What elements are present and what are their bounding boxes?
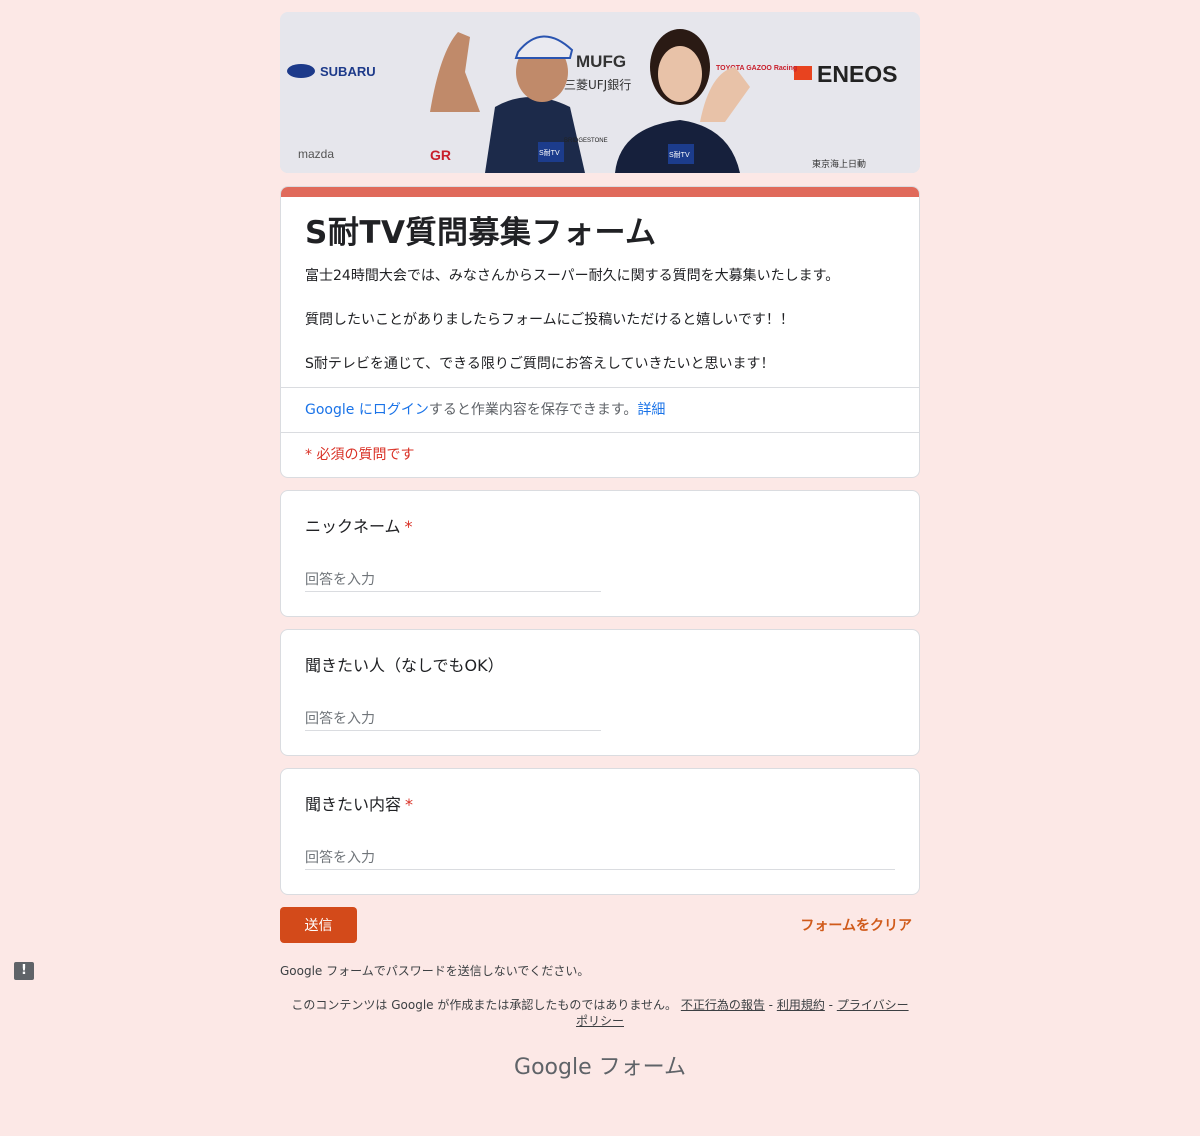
- form-container: SUBARU mazda MUFG 三菱UFJ銀行 ENEOS GR 東京海上日…: [280, 12, 920, 1081]
- google-forms-logo[interactable]: Google フォーム: [280, 1049, 920, 1081]
- question-label: ニックネーム: [305, 517, 401, 536]
- sponsor-eneos: ENEOS: [817, 61, 898, 87]
- form-description: 富士24時間大会では、みなさんからスーパー耐久に関する質問を大募集いたします。 …: [281, 253, 919, 375]
- accent-bar: [281, 187, 919, 197]
- sponsor-gr: GR: [430, 147, 451, 163]
- required-star: *: [404, 517, 413, 536]
- sponsor-bridgestone: BRIDGESTONE: [564, 138, 608, 144]
- login-link[interactable]: Google にログイン: [305, 402, 429, 418]
- sponsor-mazda: mazda: [298, 147, 334, 161]
- required-note: * 必須の質問です: [305, 447, 415, 463]
- terms-link[interactable]: 利用規約: [777, 998, 825, 1012]
- nickname-input[interactable]: 回答を入力: [305, 569, 601, 592]
- person-input[interactable]: 回答を入力: [305, 708, 601, 731]
- form-header-card: S耐TV質問募集フォーム 富士24時間大会では、みなさんからスーパー耐久に関する…: [280, 186, 920, 478]
- sponsor-bank: 三菱UFJ銀行: [564, 78, 631, 92]
- description-line: 富士24時間大会では、みなさんからスーパー耐久に関する質問を大募集いたします。: [305, 268, 840, 284]
- footer: このコンテンツは Google が作成または承認したものではありません。 不正行…: [280, 997, 920, 1029]
- required-row: * 必須の質問です: [281, 432, 919, 477]
- login-row: Google にログインすると作業内容を保存できます。詳細: [281, 387, 919, 432]
- sponsor-mufg: MUFG: [576, 52, 626, 71]
- details-link[interactable]: 詳細: [637, 402, 665, 418]
- abuse-link[interactable]: 不正行為の報告: [681, 998, 765, 1012]
- banner-photo: SUBARU mazda MUFG 三菱UFJ銀行 ENEOS GR 東京海上日…: [280, 12, 920, 173]
- footer-separator: -: [764, 998, 777, 1012]
- sponsor-subaru: SUBARU: [320, 64, 376, 79]
- clear-form-button[interactable]: フォームをクリア: [800, 915, 912, 935]
- question-label: 聞きたい内容: [305, 795, 402, 814]
- form-title: S耐TV質問募集フォーム: [305, 215, 657, 251]
- mic-flag-right: S耐TV: [669, 150, 690, 159]
- question-label: 聞きたい人（なしでもOK）: [305, 656, 504, 675]
- privacy-link-cont[interactable]: ポリシー: [576, 1014, 624, 1028]
- content-input[interactable]: 回答を入力: [305, 847, 895, 870]
- required-star: *: [405, 795, 414, 814]
- sponsor-tokio: 東京海上日動: [812, 158, 866, 170]
- privacy-link[interactable]: プライバシー: [837, 998, 909, 1012]
- password-notice: Google フォームでパスワードを送信しないでください。: [280, 964, 590, 978]
- form-actions: 送信 フォームをクリア: [280, 907, 920, 943]
- submit-button[interactable]: 送信: [280, 907, 357, 943]
- question-nickname: ニックネーム * 回答を入力: [280, 490, 920, 617]
- header-banner: SUBARU mazda MUFG 三菱UFJ銀行 ENEOS GR 東京海上日…: [280, 12, 920, 173]
- login-text: すると作業内容を保存できます。: [428, 402, 638, 418]
- report-icon[interactable]: !: [14, 962, 34, 980]
- question-content: 聞きたい内容 * 回答を入力: [280, 768, 920, 895]
- description-line: 質問したいことがありましたらフォームにご投稿いただけると嬉しいです！！: [305, 312, 794, 328]
- footer-separator: -: [824, 998, 837, 1012]
- question-person: 聞きたい人（なしでもOK） 回答を入力: [280, 629, 920, 756]
- disclaimer-text: このコンテンツは Google が作成または承認したものではありません。: [291, 998, 678, 1012]
- description-line: S耐テレビを通じて、できる限りご質問にお答えしていきたいと思います！: [305, 356, 775, 372]
- mic-flag-left: S耐TV: [539, 148, 560, 157]
